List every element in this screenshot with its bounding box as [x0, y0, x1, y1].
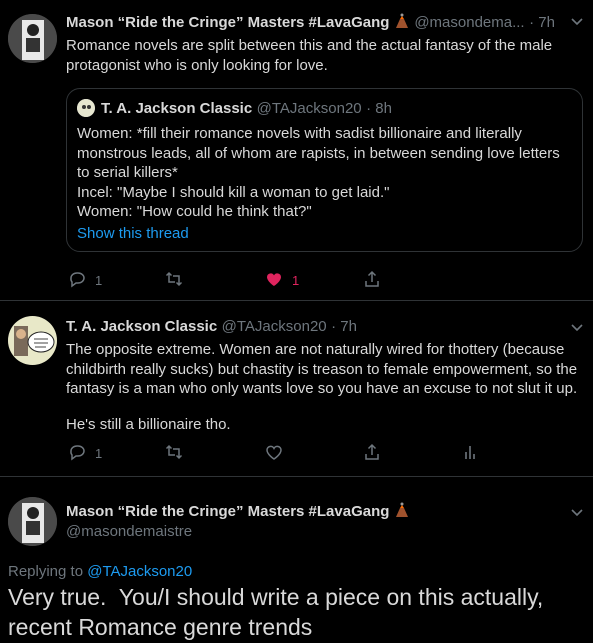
replying-to-label: Replying to [8, 563, 84, 580]
quote-author-name: T. A. Jackson Classic [101, 100, 253, 117]
tweet-divider [0, 476, 593, 477]
heart-icon [265, 443, 283, 464]
like-count: 1 [292, 273, 300, 288]
tweet-text: Very true. You/I should write a piece on… [8, 582, 543, 642]
timestamp[interactable]: · 7h [529, 14, 555, 31]
quote-timestamp: · 8h [366, 100, 392, 117]
share-button[interactable] [363, 443, 381, 464]
like-button[interactable] [265, 443, 283, 464]
chevron-down-icon[interactable] [570, 14, 584, 31]
quote-line: monstrous leads, all of whom are rapists… [77, 144, 560, 162]
share-icon [363, 270, 381, 291]
quote-author-handle: @TAJackson20 [256, 100, 362, 117]
share-button[interactable] [363, 270, 381, 291]
tweet-line: He's still a billionaire tho. [66, 416, 231, 433]
reply-button[interactable]: 1 [68, 443, 102, 464]
tweet-line: recent Romance genre trends [8, 614, 313, 640]
heart-icon [265, 270, 283, 291]
avatar-ta-jackson[interactable] [8, 316, 57, 365]
reply-button[interactable]: 1 [68, 270, 102, 291]
tweet3-header: Mason “Ride the Cringe” Masters #LavaGan… [66, 502, 410, 523]
tweet-divider [0, 300, 593, 301]
retweet-icon [165, 443, 183, 464]
chevron-down-icon[interactable] [570, 320, 584, 337]
tweet1-header: Mason “Ride the Cringe” Masters #LavaGan… [66, 13, 555, 34]
quote-line: Women: "How could he think that?" [77, 203, 312, 220]
author-name[interactable]: Mason “Ride the Cringe” Masters #LavaGan… [66, 503, 389, 520]
chevron-down-icon[interactable] [570, 505, 584, 522]
tweet-line: fantasy is a man who only wants love so … [66, 380, 578, 397]
author-name[interactable]: T. A. Jackson Classic [66, 318, 217, 335]
reply-icon [68, 443, 86, 464]
avatar-mason[interactable] [8, 14, 57, 63]
tweet-text: The opposite extreme. Women are not natu… [66, 340, 581, 399]
like-button[interactable]: 1 [265, 270, 299, 291]
tweet2-header: T. A. Jackson Classic @TAJackson20 · 7h [66, 318, 357, 336]
author-handle[interactable]: @masondema... [414, 14, 524, 31]
tweet-text: Romance novels are split between this an… [66, 37, 553, 74]
replying-to-handle[interactable]: @TAJackson20 [87, 563, 192, 580]
show-thread-link[interactable]: Show this thread [77, 225, 189, 242]
quote-line: to serial killers* [77, 164, 178, 181]
tweet-line: Very true. You/I should write a piece on… [8, 584, 544, 610]
quote-avatar [77, 99, 95, 117]
quote-line: Incel: "Maybe I should kill a woman to g… [77, 183, 390, 201]
reply-icon [68, 270, 86, 291]
quote-text: Women: *fill their romance novels with s… [77, 124, 577, 222]
author-name[interactable]: Mason “Ride the Cringe” Masters #LavaGan… [66, 14, 389, 31]
tweet-line: The opposite extreme. Women are not natu… [66, 341, 565, 358]
retweet-icon [165, 270, 183, 291]
analytics-button[interactable] [461, 443, 479, 464]
analytics-icon [461, 443, 479, 464]
reply-count: 1 [95, 273, 103, 288]
share-icon [363, 443, 381, 464]
author-handle[interactable]: @masondemaistre [66, 523, 192, 540]
volcano-icon [394, 13, 410, 34]
tweet-line: childbirth really sucks) but chastity is… [66, 360, 578, 378]
volcano-icon [394, 502, 410, 523]
quoted-tweet[interactable]: T. A. Jackson Classic @TAJackson20 · 8h … [66, 88, 583, 252]
replying-to: Replying to @TAJackson20 [8, 563, 192, 580]
retweet-button[interactable] [165, 443, 183, 464]
quote-line: Women: *fill their romance novels with s… [77, 125, 522, 142]
timestamp[interactable]: · 7h [331, 318, 357, 335]
author-handle[interactable]: @TAJackson20 [222, 318, 327, 335]
reply-count: 1 [95, 446, 103, 461]
retweet-button[interactable] [165, 270, 183, 291]
avatar-mason[interactable] [8, 497, 57, 546]
